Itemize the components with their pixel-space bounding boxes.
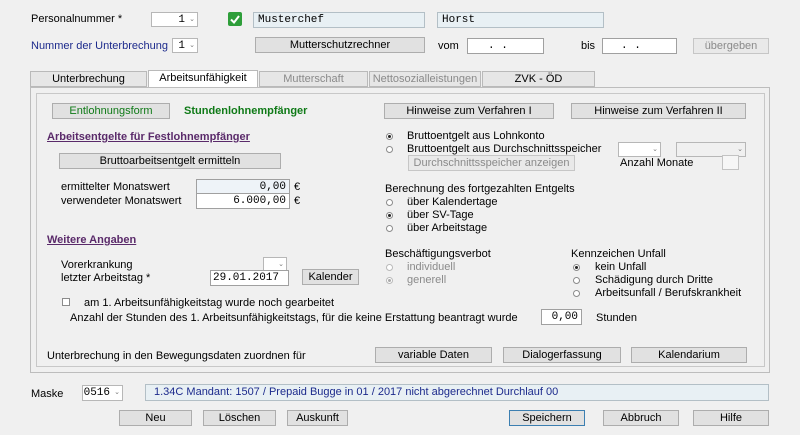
arbeitsunfall-radio[interactable] (573, 290, 580, 297)
brutto-durchschnitt-radio[interactable] (386, 146, 393, 153)
brutto-durchschnitt-label: Bruttoentgelt aus Durchschnittsspeicher (407, 143, 602, 155)
chevron-down-icon: ⌄ (278, 261, 284, 268)
verwendeter-monatswert-label: verwendeter Monatswert (61, 195, 182, 207)
checkmark-icon (228, 12, 242, 26)
kalender-button[interactable]: Kalender (302, 269, 359, 285)
kennzeichen-unfall-label: Kennzeichen Unfall (571, 248, 666, 260)
berechnung-label: Berechnung des fortgezahlten Entgelts (385, 183, 575, 195)
chevron-down-icon: ⌄ (189, 16, 195, 23)
maske-value: 0516 (83, 387, 110, 399)
loeschen-button[interactable]: Löschen (203, 410, 276, 426)
beschaeftigungsverbot-label: Beschäftigungsverbot (385, 248, 491, 260)
vorerkrankung-label: Vorerkrankung (61, 259, 133, 271)
zuordnen-label: Unterbrechung in den Bewegungsdaten zuor… (47, 350, 306, 362)
berechnung-arbeitstage-radio[interactable] (386, 225, 393, 232)
neu-button[interactable]: Neu (119, 410, 192, 426)
hilfe-button[interactable]: Hilfe (693, 410, 769, 426)
schaedigung-dritte-radio[interactable] (573, 277, 580, 284)
chevron-down-icon: ⌄ (114, 389, 120, 396)
personalnummer-label: Personalnummer * (31, 13, 123, 25)
unterbrechung-value: 1 (178, 40, 185, 52)
stunden-label: Anzahl der Stunden des 1. Arbeitsunfähig… (70, 312, 518, 324)
verwendeter-monatswert-field[interactable]: 6.000,00 (196, 193, 290, 209)
erster-tag-gearbeitet-checkbox[interactable] (62, 298, 70, 306)
abbruch-button[interactable]: Abbruch (603, 410, 679, 426)
dialogerfassung-button[interactable]: Dialogerfassung (503, 347, 621, 363)
kalendarium-button[interactable]: Kalendarium (631, 347, 747, 363)
letzter-arbeitstag-label: letzter Arbeitstag * (61, 272, 151, 284)
bis-label: bis (581, 40, 596, 52)
tab-nettosozialleistungen[interactable]: Nettosozialleistungen (369, 71, 481, 87)
chevron-down-icon: ⌄ (189, 42, 195, 49)
name-last-field[interactable]: Musterchef (253, 12, 425, 28)
chevron-down-icon: ⌄ (737, 146, 743, 153)
personalnummer-combo[interactable]: 1 ⌄ (151, 12, 198, 27)
berechnung-arbeitstage-label: über Arbeitstage (407, 222, 488, 234)
schaedigung-dritte-label: Schädigung durch Dritte (595, 274, 714, 286)
brutto-lohnkonto-radio[interactable] (386, 133, 393, 140)
variable-daten-button[interactable]: variable Daten (375, 347, 492, 363)
berechnung-sv-tage-radio[interactable] (386, 212, 393, 219)
vom-date-field[interactable]: . . (467, 38, 544, 54)
verbot-individuell-label: individuell (407, 261, 456, 273)
hinweise-verfahren-1-button[interactable]: Hinweise zum Verfahren I (384, 103, 554, 119)
hinweise-verfahren-2-button[interactable]: Hinweise zum Verfahren II (571, 103, 746, 119)
status-bar: 1.34C Mandant: 1507 / Prepaid Bugge in 0… (145, 384, 769, 401)
auskunft-button[interactable]: Auskunft (287, 410, 348, 426)
kein-unfall-label: kein Unfall (595, 261, 647, 273)
vom-label: vom (438, 40, 459, 52)
anzahl-monate-field[interactable] (722, 155, 739, 170)
berechnung-kalendertage-label: über Kalendertage (407, 196, 498, 208)
section-weitere-angaben: Weitere Angaben (47, 234, 137, 246)
berechnung-kalendertage-radio[interactable] (386, 199, 393, 206)
speichern-button[interactable]: Speichern (509, 410, 585, 426)
chevron-down-icon: ⌄ (652, 146, 658, 153)
durchschnittsspeicher-button[interactable]: Durchschnittsspeicher anzeigen (408, 155, 575, 171)
letzter-arbeitstag-field[interactable]: 29.01.2017 (210, 270, 289, 286)
tab-zvk-oed[interactable]: ZVK - ÖD (482, 71, 595, 87)
mutterschutzrechner-button[interactable]: Mutterschutzrechner (255, 37, 425, 53)
stunden-unit: Stunden (596, 312, 637, 324)
entlohnungsform-button[interactable]: Entlohnungsform (52, 103, 170, 119)
arbeitsunfall-label: Arbeitsunfall / Berufskrankheit (595, 287, 742, 299)
verbot-individuell-radio[interactable] (386, 264, 393, 271)
unterbrechung-combo[interactable]: 1 ⌄ (172, 38, 198, 53)
verbot-generell-label: generell (407, 274, 447, 286)
bis-date-field[interactable]: . . (602, 38, 677, 54)
erster-tag-gearbeitet-label: am 1. Arbeitsunfähigkeitstag wurde noch … (84, 297, 335, 309)
verbot-generell-radio[interactable] (386, 277, 393, 284)
currency-euro: € (294, 195, 301, 207)
tab-unterbrechung[interactable]: Unterbrechung (30, 71, 147, 87)
unterbrechung-label: Nummer der Unterbrechung (31, 40, 168, 52)
kein-unfall-radio[interactable] (573, 264, 580, 271)
stunden-field[interactable]: 0,00 (541, 309, 582, 325)
maske-label: Maske (31, 388, 64, 400)
entlohnungsform-value: Stundenlohnempfänger (184, 105, 308, 117)
tab-mutterschaft[interactable]: Mutterschaft (259, 71, 368, 87)
personalnummer-value: 1 (178, 14, 185, 26)
ermittelter-monatswert-label: ermittelter Monatswert (61, 181, 170, 193)
uebergeben-button[interactable]: übergeben (693, 38, 769, 54)
bruttoarbeitsentgelt-button[interactable]: Bruttoarbeitsentgelt ermitteln (59, 153, 281, 169)
currency-euro: € (294, 181, 301, 193)
section-arbeitsentgelte: Arbeitsentgelte für Festlohnempfänger (47, 131, 250, 143)
brutto-lohnkonto-label: Bruttoentgelt aus Lohnkonto (407, 130, 545, 142)
tab-arbeitsunfaehigkeit[interactable]: Arbeitsunfähigkeit (148, 70, 258, 88)
name-first-field[interactable]: Horst (437, 12, 604, 28)
anzahl-monate-label: Anzahl Monate (620, 157, 694, 169)
maske-combo[interactable]: 0516 ⌄ (82, 385, 123, 401)
berechnung-sv-tage-label: über SV-Tage (407, 209, 474, 221)
durchschnitt-von-combo[interactable]: ⌄ (618, 142, 661, 157)
